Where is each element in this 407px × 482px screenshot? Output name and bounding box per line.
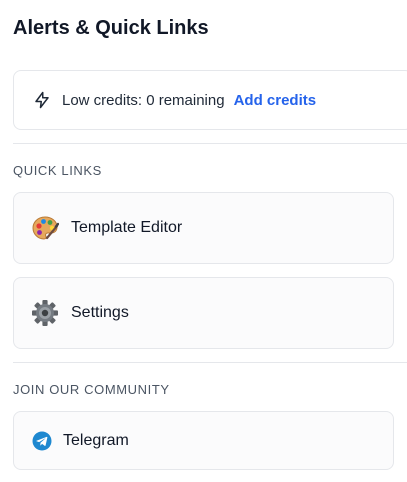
divider xyxy=(13,143,407,144)
alerts-quick-links-panel: Alerts & Quick Links Low credits: 0 rema… xyxy=(0,0,407,482)
lightning-bolt-icon xyxy=(32,90,52,110)
quick-links-heading: QUICK LINKS xyxy=(13,163,102,178)
palette-icon xyxy=(30,213,60,243)
add-credits-link[interactable]: Add credits xyxy=(234,92,317,109)
page-title: Alerts & Quick Links xyxy=(13,17,209,39)
quick-link-label: Settings xyxy=(71,304,129,321)
community-link-telegram[interactable]: Telegram xyxy=(13,411,394,470)
community-heading: JOIN OUR COMMUNITY xyxy=(13,382,170,397)
low-credits-alert: Low credits: 0 remaining Add credits xyxy=(13,70,407,130)
divider xyxy=(13,362,407,363)
alert-message: Low credits: 0 remaining xyxy=(62,91,225,109)
quick-link-label: Template Editor xyxy=(71,219,183,236)
community-link-label: Telegram xyxy=(63,431,129,449)
gear-icon xyxy=(30,298,60,328)
telegram-icon xyxy=(32,431,52,451)
quick-link-settings[interactable]: Settings xyxy=(13,277,394,349)
quick-link-template-editor[interactable]: Template Editor xyxy=(13,192,394,264)
